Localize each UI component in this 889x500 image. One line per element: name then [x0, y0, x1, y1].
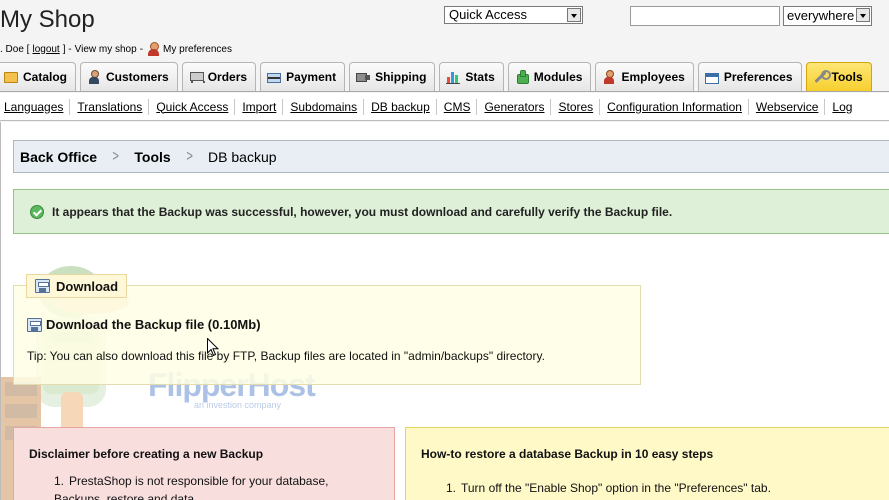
view-shop-link[interactable]: View my shop — [75, 44, 137, 55]
puzzle-icon — [515, 70, 529, 84]
folder-icon — [4, 71, 18, 83]
user-suffix: ] - — [62, 43, 72, 55]
tools-subnav: Languages Translations Quick Access Impo… — [0, 93, 889, 121]
truck-icon — [356, 70, 371, 84]
window-icon — [704, 72, 719, 84]
backup-disk-icon — [35, 279, 50, 293]
tab-modules[interactable]: Modules — [507, 62, 592, 91]
tab-employees[interactable]: Employees — [595, 62, 694, 91]
check-circle-icon — [30, 204, 44, 219]
subnav-import[interactable]: Import — [242, 98, 284, 115]
user-bar: . Doe [ logout ] - View my shop - My pre… — [0, 42, 232, 56]
breadcrumb: Back Office > Tools > DB backup — [13, 140, 889, 173]
subnav-translations[interactable]: Translations — [77, 98, 150, 115]
subnav-webservice[interactable]: Webservice — [756, 98, 826, 115]
tab-customers[interactable]: Customers — [80, 62, 178, 91]
howto-title: How-to restore a database Backup in 10 e… — [421, 447, 714, 461]
bar-chart-icon — [446, 70, 461, 84]
success-text: It appears that the Backup was successfu… — [52, 204, 673, 219]
chevron-down-icon[interactable] — [856, 8, 870, 22]
subnav-subdomains[interactable]: Subdomains — [290, 98, 365, 115]
search-scope-value: everywhere — [787, 8, 855, 23]
tab-shipping[interactable]: Shipping — [349, 62, 436, 91]
quick-access-value: Quick Access — [449, 7, 528, 22]
tab-catalog[interactable]: Catalog — [0, 62, 77, 91]
tab-tools[interactable]: Tools — [805, 62, 872, 91]
search-scope-select[interactable]: everywhere — [783, 6, 872, 26]
breadcrumb-current: DB backup — [208, 148, 277, 165]
subnav-log[interactable]: Log — [832, 99, 858, 115]
list-item: 1. PrestaShop is not responsible for your… — [54, 474, 329, 500]
quick-access-select[interactable]: Quick Access — [444, 6, 583, 24]
search-input[interactable] — [630, 6, 780, 26]
howto-list: 1. Turn off the "Enable Shop" option in t… — [446, 479, 886, 497]
chevron-right-icon: > — [112, 147, 119, 165]
subnav-cms[interactable]: CMS — [444, 98, 478, 115]
wrench-icon — [813, 70, 831, 84]
person-icon — [146, 42, 160, 56]
subnav-generators[interactable]: Generators — [484, 98, 552, 115]
my-preferences-link[interactable]: My preferences — [163, 44, 232, 55]
main-content: Back Office > Tools > DB backup It appea… — [0, 122, 889, 500]
chevron-right-icon: > — [186, 147, 193, 165]
breadcrumb-tools[interactable]: Tools — [134, 149, 170, 165]
mouse-cursor-icon — [207, 338, 219, 357]
shop-title: My Shop — [0, 6, 95, 33]
success-message: It appears that the Backup was successfu… — [13, 189, 889, 234]
disclaimer-title: Disclaimer before creating a new Backup — [29, 447, 264, 461]
list-item: 1. Turn off the "Enable Shop" option in t… — [446, 481, 771, 495]
backup-disk-icon — [27, 317, 42, 332]
subnav-quick-access[interactable]: Quick Access — [156, 98, 236, 115]
tab-orders[interactable]: Orders — [181, 62, 257, 91]
subnav-languages[interactable]: Languages — [4, 98, 71, 115]
download-fieldset — [13, 285, 641, 385]
subnav-db-backup[interactable]: DB backup — [371, 98, 437, 115]
tab-payment[interactable]: Payment — [260, 62, 346, 91]
credit-card-icon — [267, 73, 282, 83]
customers-icon — [87, 70, 101, 84]
disclaimer-box: Disclaimer before creating a new Backup … — [13, 427, 395, 500]
download-legend: Download — [26, 274, 128, 298]
subnav-stores[interactable]: Stores — [558, 98, 601, 115]
tab-stats[interactable]: Stats — [439, 62, 504, 91]
disclaimer-list: 1. PrestaShop is not responsible for your… — [54, 472, 374, 500]
logout-link[interactable]: logout — [32, 44, 59, 55]
download-backup-link[interactable]: Download the Backup file (0.10Mb) — [27, 317, 261, 332]
tab-preferences[interactable]: Preferences — [697, 62, 802, 91]
cart-icon — [189, 70, 205, 84]
user-name: . Doe [ — [0, 43, 30, 55]
employee-icon — [602, 70, 616, 84]
subnav-configuration-information[interactable]: Configuration Information — [607, 98, 749, 115]
download-backup-label[interactable]: Download the Backup file (0.10Mb) — [46, 317, 261, 332]
separator: - — [139, 43, 144, 55]
breadcrumb-back-office[interactable]: Back Office — [20, 149, 97, 165]
download-tip: Tip: You can also download this file by … — [27, 349, 545, 363]
chevron-down-icon[interactable] — [567, 8, 581, 22]
main-tabs: Catalog Customers Orders Payment Shippin… — [0, 62, 889, 92]
howto-box: How-to restore a database Backup in 10 e… — [405, 427, 889, 500]
